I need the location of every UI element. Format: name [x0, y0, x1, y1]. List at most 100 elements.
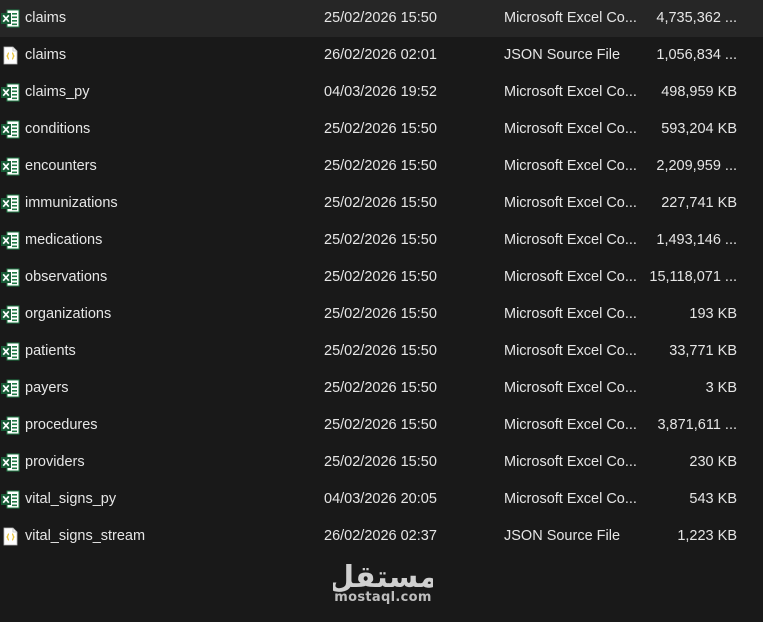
- file-name: providers: [25, 454, 85, 470]
- file-size: 3 KB: [705, 380, 737, 396]
- json-file-icon: [3, 46, 18, 65]
- file-type: JSON Source File: [504, 528, 621, 544]
- file-size: 543 KB: [689, 491, 737, 507]
- file-date-modified: 25/02/2026 15:50: [324, 121, 437, 137]
- file-row[interactable]: observations 25/02/2026 15:50 Microsoft …: [0, 259, 763, 296]
- file-row[interactable]: procedures 25/02/2026 15:50 Microsoft Ex…: [0, 407, 763, 444]
- excel-file-icon: [1, 453, 20, 472]
- excel-file-icon: [1, 416, 20, 435]
- file-row[interactable]: immunizations 25/02/2026 15:50 Microsoft…: [0, 185, 763, 222]
- file-date-modified: 04/03/2026 19:52: [324, 84, 437, 100]
- file-name: procedures: [25, 417, 98, 433]
- file-icon-cell: [1, 111, 21, 148]
- file-date-modified: 25/02/2026 15:50: [324, 417, 437, 433]
- file-name: immunizations: [25, 195, 118, 211]
- file-icon-cell: [1, 407, 21, 444]
- watermark-logo-text: مستقل: [333, 560, 433, 594]
- json-file-icon: [3, 527, 18, 546]
- file-name: medications: [25, 232, 103, 248]
- excel-file-icon: [1, 120, 20, 139]
- file-size: 3,871,611 ...: [657, 417, 737, 433]
- file-type: Microsoft Excel Co...: [504, 10, 637, 26]
- file-row[interactable]: claims 25/02/2026 15:50 Microsoft Excel …: [0, 0, 763, 37]
- file-icon-cell: [1, 74, 21, 111]
- watermark: مستقل mostaql.com: [330, 558, 436, 605]
- file-date-modified: 25/02/2026 15:50: [324, 343, 437, 359]
- file-icon-cell: [1, 259, 21, 296]
- file-name: claims: [25, 10, 67, 26]
- file-icon-cell: [1, 185, 21, 222]
- file-icon-cell: [1, 333, 21, 370]
- file-row[interactable]: encounters 25/02/2026 15:50 Microsoft Ex…: [0, 148, 763, 185]
- file-row[interactable]: vital_signs_stream 26/02/2026 02:37 JSON…: [0, 518, 763, 555]
- file-row[interactable]: patients 25/02/2026 15:50 Microsoft Exce…: [0, 333, 763, 370]
- file-type: Microsoft Excel Co...: [504, 121, 637, 137]
- file-name: conditions: [25, 121, 91, 137]
- file-date-modified: 26/02/2026 02:01: [324, 47, 437, 63]
- file-icon-cell: [1, 222, 21, 259]
- file-type: Microsoft Excel Co...: [504, 195, 637, 211]
- file-date-modified: 25/02/2026 15:50: [324, 195, 437, 211]
- file-icon-cell: [1, 444, 21, 481]
- file-row[interactable]: medications 25/02/2026 15:50 Microsoft E…: [0, 222, 763, 259]
- file-name: organizations: [25, 306, 112, 322]
- file-name: vital_signs_py: [25, 491, 117, 507]
- file-icon-cell: [1, 370, 21, 407]
- file-size: 498,959 KB: [661, 84, 737, 100]
- file-row[interactable]: providers 25/02/2026 15:50 Microsoft Exc…: [0, 444, 763, 481]
- file-date-modified: 25/02/2026 15:50: [324, 158, 437, 174]
- file-type: Microsoft Excel Co...: [504, 454, 637, 470]
- mostaql-logo: مستقل: [333, 560, 433, 594]
- file-size: 1,056,834 ...: [656, 47, 737, 63]
- excel-file-icon: [1, 379, 20, 398]
- file-row[interactable]: payers 25/02/2026 15:50 Microsoft Excel …: [0, 370, 763, 407]
- file-type: JSON Source File: [504, 47, 621, 63]
- file-type: Microsoft Excel Co...: [504, 491, 637, 507]
- file-list: claims 25/02/2026 15:50 Microsoft Excel …: [0, 0, 763, 555]
- file-icon-cell: [1, 518, 21, 555]
- file-name: claims: [25, 47, 67, 63]
- file-icon-cell: [1, 296, 21, 333]
- file-size: 33,771 KB: [669, 343, 737, 359]
- file-row[interactable]: vital_signs_py 04/03/2026 20:05 Microsof…: [0, 481, 763, 518]
- file-icon-cell: [1, 148, 21, 185]
- file-size: 193 KB: [689, 306, 737, 322]
- file-name: claims_py: [25, 84, 90, 100]
- excel-file-icon: [1, 157, 20, 176]
- file-type: Microsoft Excel Co...: [504, 158, 637, 174]
- file-row[interactable]: organizations 25/02/2026 15:50 Microsoft…: [0, 296, 763, 333]
- file-size: 15,118,071 ...: [649, 269, 737, 285]
- file-date-modified: 25/02/2026 15:50: [324, 306, 437, 322]
- excel-file-icon: [1, 490, 20, 509]
- file-type: Microsoft Excel Co...: [504, 380, 637, 396]
- file-size: 227,741 KB: [661, 195, 737, 211]
- excel-file-icon: [1, 9, 20, 28]
- file-row[interactable]: conditions 25/02/2026 15:50 Microsoft Ex…: [0, 111, 763, 148]
- file-type: Microsoft Excel Co...: [504, 343, 637, 359]
- file-size: 1,493,146 ...: [656, 232, 737, 248]
- file-row[interactable]: claims 26/02/2026 02:01 JSON Source File…: [0, 37, 763, 74]
- file-size: 2,209,959 ...: [656, 158, 737, 174]
- file-name: observations: [25, 269, 108, 285]
- file-name: vital_signs_stream: [25, 528, 146, 544]
- file-type: Microsoft Excel Co...: [504, 232, 637, 248]
- excel-file-icon: [1, 194, 20, 213]
- file-icon-cell: [1, 37, 21, 74]
- file-date-modified: 25/02/2026 15:50: [324, 10, 437, 26]
- file-name: patients: [25, 343, 76, 359]
- file-size: 4,735,362 ...: [656, 10, 737, 26]
- file-date-modified: 25/02/2026 15:50: [324, 380, 437, 396]
- file-size: 230 KB: [689, 454, 737, 470]
- excel-file-icon: [1, 83, 20, 102]
- file-type: Microsoft Excel Co...: [504, 417, 637, 433]
- watermark-text: mostaql.com: [334, 590, 432, 605]
- file-row[interactable]: claims_py 04/03/2026 19:52 Microsoft Exc…: [0, 74, 763, 111]
- file-date-modified: 26/02/2026 02:37: [324, 528, 437, 544]
- file-date-modified: 25/02/2026 15:50: [324, 269, 437, 285]
- excel-file-icon: [1, 342, 20, 361]
- file-date-modified: 25/02/2026 15:50: [324, 232, 437, 248]
- file-icon-cell: [1, 481, 21, 518]
- excel-file-icon: [1, 231, 20, 250]
- excel-file-icon: [1, 268, 20, 287]
- file-type: Microsoft Excel Co...: [504, 269, 637, 285]
